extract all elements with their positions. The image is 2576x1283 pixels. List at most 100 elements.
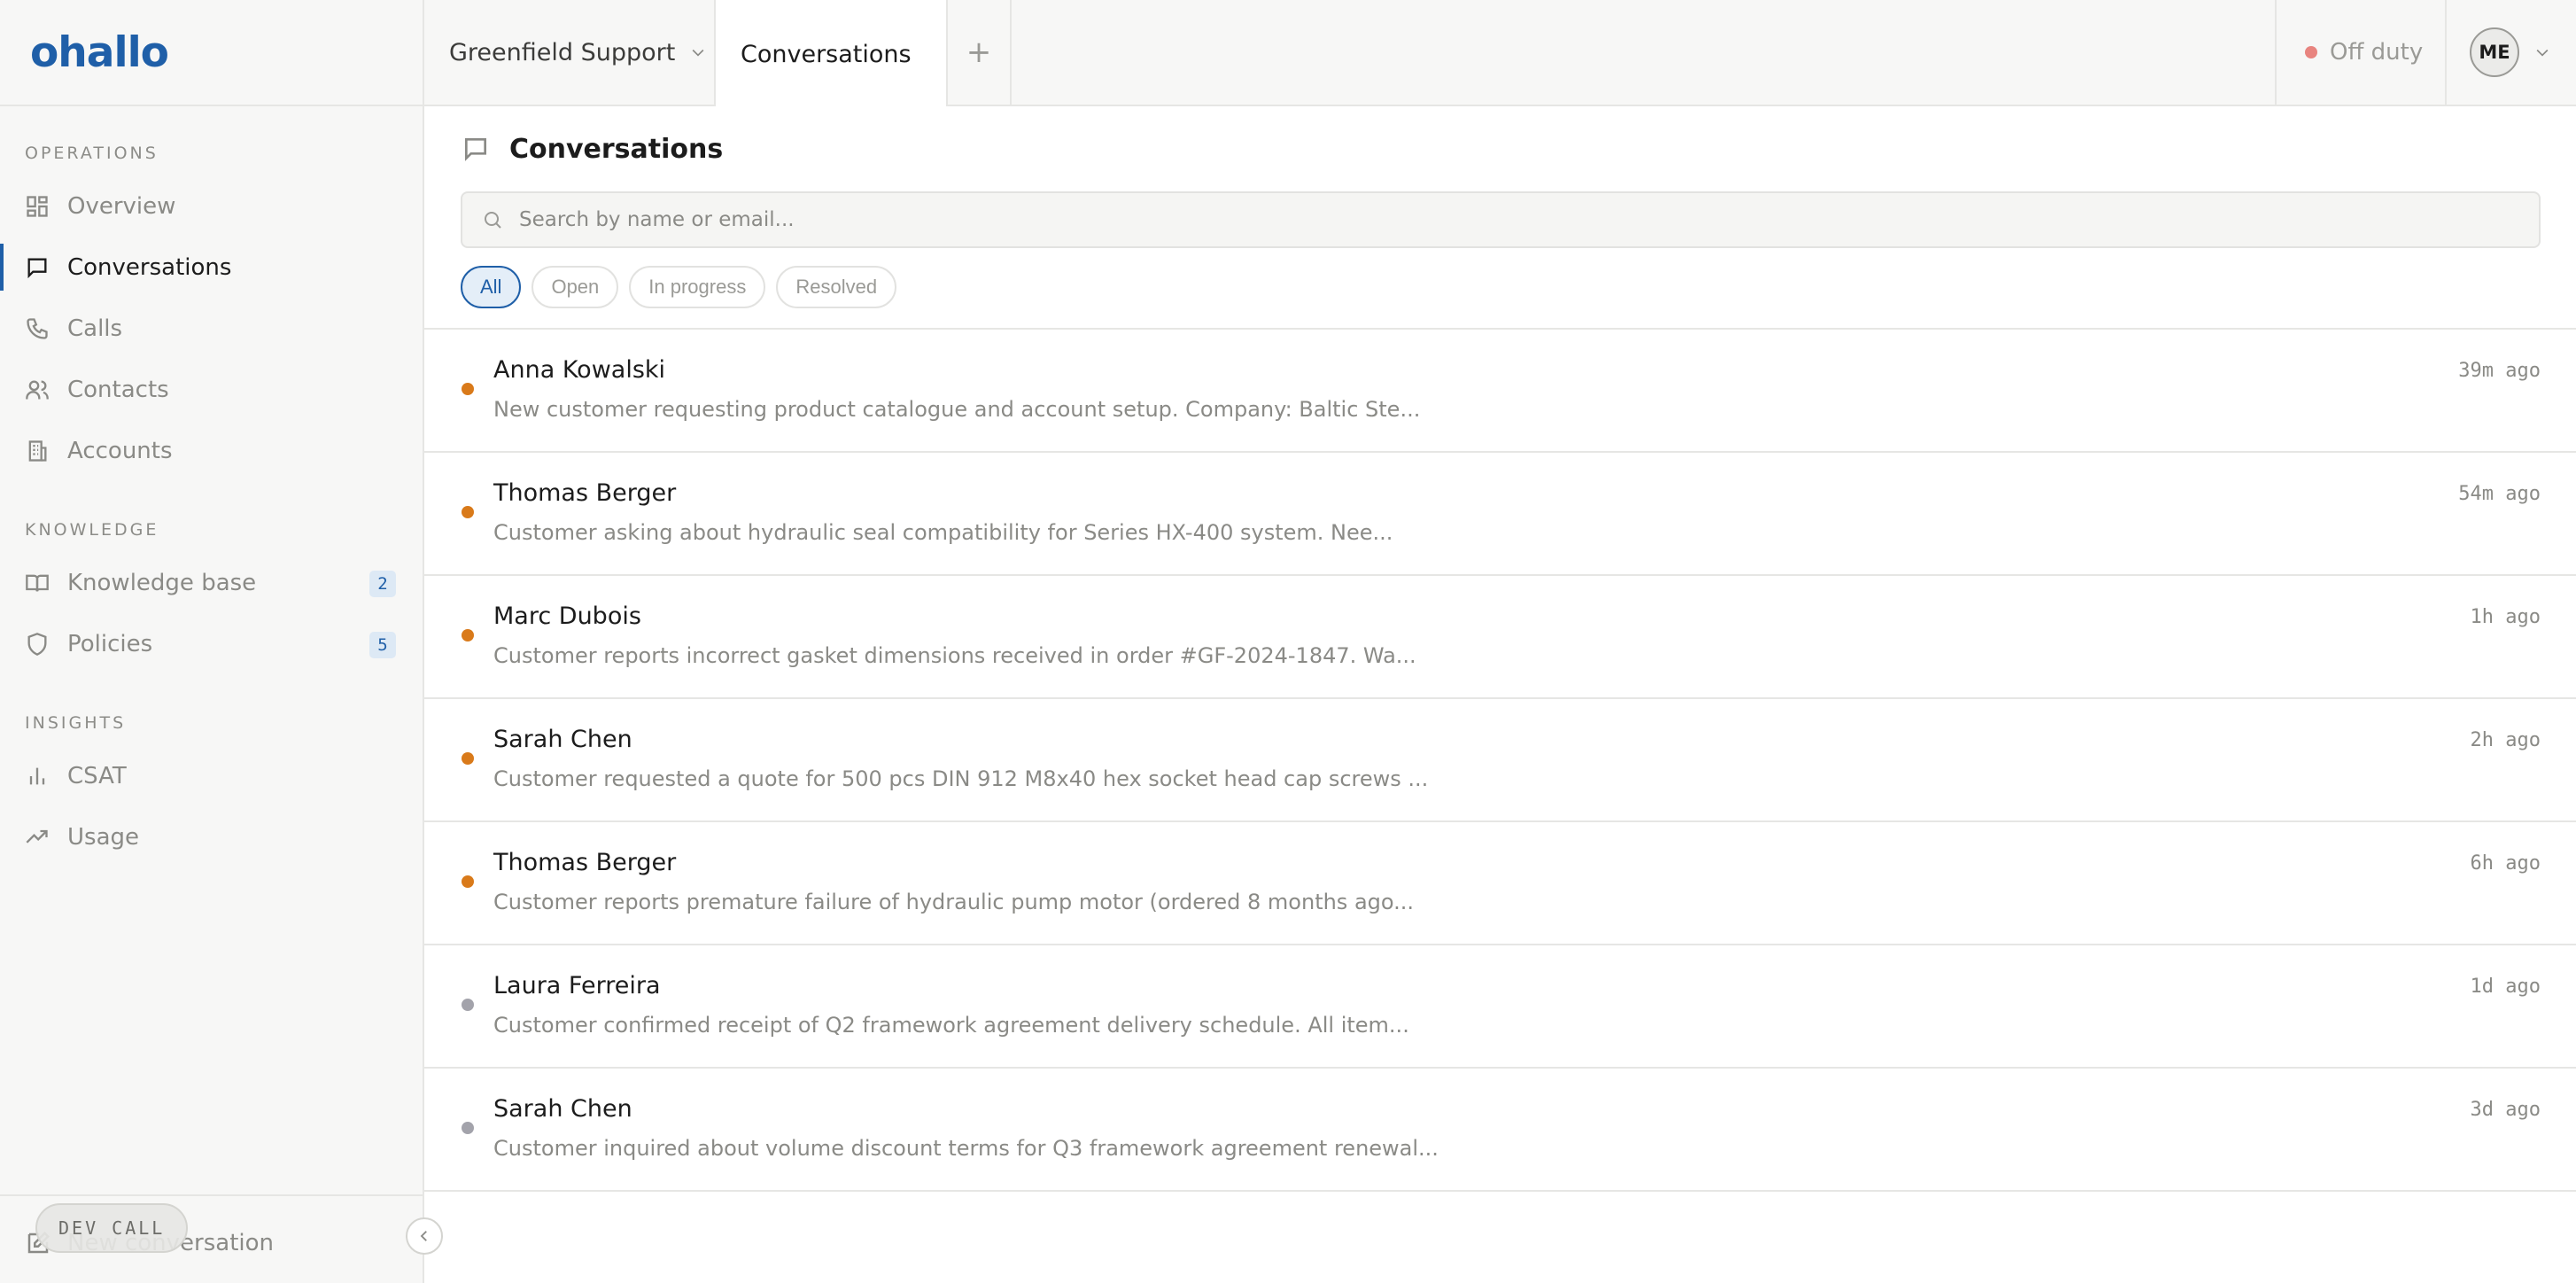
filter-in-progress[interactable]: In progress	[629, 266, 766, 308]
conversation-row[interactable]: Laura Ferreira Customer confirmed receip…	[424, 945, 2576, 1069]
contact-name: Thomas Berger	[493, 849, 677, 876]
collapse-sidebar-button[interactable]	[406, 1217, 443, 1255]
book-icon	[25, 571, 50, 595]
contact-name: Anna Kowalski	[493, 356, 666, 384]
status-dot	[462, 752, 474, 765]
sidebar-item-label: Knowledge base	[67, 569, 257, 596]
sidebar-item-label: Calls	[67, 315, 123, 342]
count-badge: 5	[369, 632, 396, 658]
message-preview: Customer inquired about volume discount …	[493, 1136, 1439, 1161]
workspace-switcher[interactable]: Greenfield Support	[424, 0, 716, 105]
user-menu[interactable]: ME	[2445, 0, 2576, 105]
sidebar-item-label: Accounts	[67, 437, 173, 464]
sidebar-item-label: Usage	[67, 823, 140, 851]
sidebar-item-label: CSAT	[67, 762, 127, 789]
tab-conversations[interactable]: Conversations	[716, 0, 948, 108]
message-preview: Customer reports incorrect gasket dimens…	[493, 643, 1416, 668]
logo-area: ohallo	[0, 0, 423, 106]
avatar: ME	[2470, 27, 2519, 77]
sidebar-item-conversations[interactable]: Conversations	[0, 237, 423, 298]
sidebar-item-calls[interactable]: Calls	[0, 298, 423, 359]
sidebar-item-csat[interactable]: CSAT	[0, 745, 423, 806]
duty-status-toggle[interactable]: Off duty	[2275, 0, 2445, 105]
timestamp: 3d ago	[2470, 1099, 2541, 1121]
timestamp: 2h ago	[2470, 729, 2541, 751]
add-tab-button[interactable]: +	[948, 0, 1012, 105]
conversation-row[interactable]: Thomas Berger Customer reports premature…	[424, 822, 2576, 945]
grid-icon	[25, 194, 50, 219]
status-dot	[2305, 46, 2317, 58]
status-dot	[462, 1122, 474, 1134]
status-dot	[462, 383, 474, 395]
shield-icon	[25, 632, 50, 657]
message-preview: Customer reports premature failure of hy…	[493, 890, 1415, 914]
sidebar-item-label: Overview	[67, 192, 176, 220]
conversation-row[interactable]: Anna Kowalski New customer requesting pr…	[424, 330, 2576, 453]
status-dot	[462, 999, 474, 1011]
main-content: Conversations All Open In progress Resol…	[424, 106, 2576, 1283]
timestamp: 39m ago	[2458, 360, 2541, 382]
sidebar-item-knowledge-base[interactable]: Knowledge base 2	[0, 552, 423, 613]
contact-name: Marc Dubois	[493, 603, 641, 630]
count-badge: 2	[369, 571, 396, 597]
contact-name: Sarah Chen	[493, 726, 632, 753]
phone-icon	[25, 316, 50, 341]
section-label-insights: INSIGHTS	[25, 713, 127, 733]
bar-chart-icon	[25, 764, 50, 789]
sidebar-item-label: Policies	[67, 630, 153, 657]
status-filters: All Open In progress Resolved	[461, 266, 2576, 308]
users-icon	[25, 377, 50, 402]
status-dot	[462, 506, 474, 518]
message-preview: Customer confirmed receipt of Q2 framewo…	[493, 1013, 1409, 1038]
filter-resolved[interactable]: Resolved	[776, 266, 897, 308]
contact-name: Thomas Berger	[493, 479, 677, 507]
conversation-row[interactable]: Marc Dubois Customer reports incorrect g…	[424, 576, 2576, 699]
search-input[interactable]	[519, 208, 2539, 231]
message-preview: Customer asking about hydraulic seal com…	[493, 520, 1393, 545]
sidebar-item-overview[interactable]: Overview	[0, 175, 423, 237]
search-icon	[485, 212, 501, 229]
trend-up-icon	[25, 825, 50, 850]
status-dot	[462, 875, 474, 888]
chevron-left-icon	[420, 1231, 427, 1241]
message-preview: New customer requesting product catalogu…	[493, 397, 1421, 422]
contact-name: Laura Ferreira	[493, 972, 661, 999]
conversation-row[interactable]: Thomas Berger Customer asking about hydr…	[424, 453, 2576, 576]
conversation-row[interactable]: Sarah Chen Customer requested a quote fo…	[424, 699, 2576, 822]
dev-call-button[interactable]: DEV CALL	[35, 1203, 189, 1253]
workspace-name: Greenfield Support	[449, 38, 676, 66]
page-title: Conversations	[509, 133, 724, 165]
sidebar-item-label: Contacts	[67, 376, 169, 403]
sidebar-footer: New conversation DEV CALL	[0, 1194, 423, 1283]
page-header: Conversations	[424, 106, 2576, 191]
timestamp: 54m ago	[2458, 483, 2541, 505]
sidebar-item-contacts[interactable]: Contacts	[0, 359, 423, 420]
section-label-operations: OPERATIONS	[25, 144, 159, 163]
contact-name: Sarah Chen	[493, 1095, 632, 1123]
timestamp: 1h ago	[2470, 606, 2541, 628]
message-preview: Customer requested a quote for 500 pcs D…	[493, 766, 1429, 791]
section-label-knowledge: KNOWLEDGE	[25, 520, 159, 540]
sidebar: ohallo OPERATIONS Overview Conversations…	[0, 0, 424, 1283]
search-bar	[461, 191, 2541, 248]
app-logo[interactable]: ohallo	[30, 28, 169, 77]
chat-bubble-icon	[465, 138, 486, 161]
timestamp: 6h ago	[2470, 852, 2541, 875]
conversation-list: Anna Kowalski New customer requesting pr…	[424, 328, 2576, 1192]
chevron-down-icon	[2536, 49, 2549, 57]
chat-bubble-icon	[25, 255, 50, 280]
chevron-down-icon	[692, 49, 704, 57]
top-bar: Greenfield Support Conversations + Off d…	[424, 0, 2576, 108]
sidebar-item-usage[interactable]: Usage	[0, 806, 423, 867]
top-bar-spacer	[1012, 0, 2275, 105]
filter-open[interactable]: Open	[531, 266, 619, 308]
filter-all[interactable]: All	[461, 266, 522, 308]
sidebar-item-accounts[interactable]: Accounts	[0, 420, 423, 481]
status-dot	[462, 629, 474, 642]
sidebar-item-label: Conversations	[67, 253, 232, 281]
building-icon	[25, 439, 50, 463]
conversation-row[interactable]: Sarah Chen Customer inquired about volum…	[424, 1069, 2576, 1192]
status-label: Off duty	[2330, 39, 2424, 66]
timestamp: 1d ago	[2470, 976, 2541, 998]
sidebar-item-policies[interactable]: Policies 5	[0, 613, 423, 674]
